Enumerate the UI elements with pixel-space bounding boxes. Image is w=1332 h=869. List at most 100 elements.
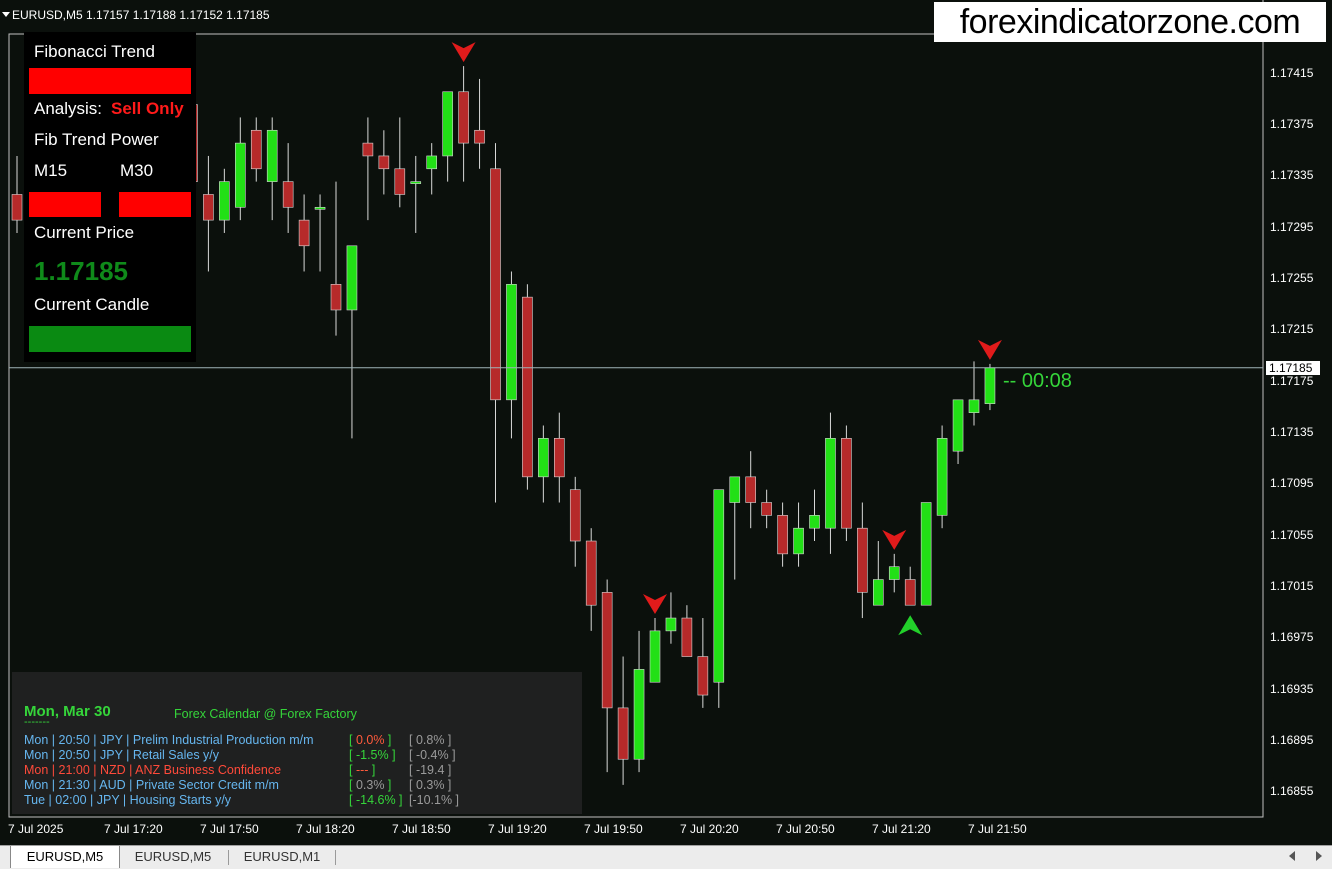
analysis-value: Sell Only [111,99,184,118]
time-axis-label: 7 Jul 20:20 [680,822,739,836]
time-axis-label: 7 Jul 21:50 [968,822,1027,836]
calendar-previous: [ -0.4% ] [409,748,456,762]
bearish-candle [282,181,294,208]
bullish-candle [506,284,517,401]
bullish-candle [872,579,884,606]
calendar-source: Forex Calendar @ Forex Factory [174,707,357,721]
sell-arrow-icon [977,339,1002,360]
calendar-event-text: Mon | 21:30 | AUD | Private Sector Credi… [24,778,279,792]
buy-arrow-icon [898,615,923,636]
chart-symbol-info: EURUSD,M5 1.17157 1.17188 1.17152 1.1718… [12,8,270,22]
bullish-candle [665,617,677,632]
bullish-candle [825,438,836,529]
calendar-event-row: Mon | 21:00 | NZD | ANZ Business Confide… [24,763,451,777]
time-axis-label: 7 Jul 20:50 [776,822,835,836]
calendar-event-text: Mon | 20:50 | JPY | Retail Sales y/y [24,748,220,762]
bearish-candle [522,296,533,478]
bearish-candle [203,194,214,221]
bearish-candle [11,194,23,221]
calendar-actual: [ 0.0% ] [349,733,392,747]
calendar-event-row: Mon | 21:30 | AUD | Private Sector Credi… [24,778,451,792]
analysis-label: Analysis: [34,99,103,118]
calendar-event-row: Mon | 20:50 | JPY | Retail Sales y/y [ -1… [24,748,456,762]
bullish-candle [936,438,948,516]
current-candle-bar [29,326,191,352]
tab-eurusd-m5-active[interactable]: EURUSD,M5 [10,846,120,868]
price-axis-label: 1.17335 [1270,168,1314,183]
price-axis-label: 1.17015 [1270,578,1314,593]
price-axis-label: 1.17375 [1270,116,1314,131]
bearish-candle [904,579,916,606]
bearish-candle [490,168,501,401]
current-price-label: Current Price [34,223,135,242]
sell-arrow-icon [882,529,907,550]
calendar-dashes: ------- [24,716,50,728]
calendar-actual: [ -1.5% ] [349,748,396,762]
chart-menu-caret-icon[interactable] [2,12,10,17]
bearish-candle [761,502,772,516]
bullish-candle [266,129,278,182]
price-axis-label: 1.17415 [1270,65,1314,80]
calendar-previous: [-10.1% ] [409,793,460,807]
calendar-event-text: Tue | 02:00 | JPY | Housing Starts y/y [24,793,232,807]
current-price-tag: 1.17185 [1266,360,1320,375]
bearish-candle [857,527,868,593]
bullish-candle [793,527,804,555]
candle-countdown: -- 00:08 [1003,369,1072,392]
fib-power-label: Fib Trend Power [34,130,159,149]
bearish-candle [601,592,613,709]
current-candle-label: Current Candle [34,295,150,314]
bearish-candle [777,515,788,555]
price-axis-label: 1.16895 [1270,732,1314,747]
price-axis-label: 1.17095 [1270,476,1314,491]
bearish-candle [394,168,406,195]
watermark-banner: forexindicatorzone.com [934,2,1326,42]
tab-eurusd-m1[interactable]: EURUSD,M1 [229,846,335,868]
bullish-candle [920,502,932,606]
bullish-candle [235,142,246,208]
price-axis-label: 1.16935 [1270,681,1314,696]
bearish-candle [378,155,390,170]
bullish-candle [984,367,996,404]
bearish-candle [362,142,374,157]
bearish-candle [745,476,757,503]
price-axis-label: 1.17215 [1270,322,1314,337]
bullish-candle [314,206,326,210]
bullish-candle [219,181,230,221]
bearish-candle [569,489,581,542]
bullish-candle [538,438,549,478]
tab-separator [335,850,336,865]
bullish-candle [809,515,820,529]
tf-m15-label: M15 [34,161,68,180]
time-axis-label: 7 Jul 17:20 [104,822,163,836]
price-axis-label: 1.16855 [1270,784,1314,799]
bullish-candle [888,566,900,580]
scroll-right-icon[interactable] [1316,851,1322,861]
bearish-candle [681,617,693,657]
forex-calendar-panel: Mon, Mar 30 ------- Forex Calendar @ For… [12,672,582,814]
time-axis-label: 7 Jul 19:50 [584,822,643,836]
sell-arrow-icon [643,594,667,615]
bullish-candle [410,181,422,184]
calendar-previous: [ -19.4 ] [409,763,452,777]
bullish-candle [952,399,964,452]
bullish-candle [633,669,645,760]
calendar-previous: [ 0.8% ] [409,733,452,747]
price-axis-label: 1.17255 [1270,270,1314,285]
chart-tabs-bar: EURUSD,M5 EURUSD,M5 EURUSD,M1 [0,845,1332,869]
bullish-candle [713,489,725,683]
bearish-candle [585,540,597,606]
tab-eurusd-m5[interactable]: EURUSD,M5 [119,846,227,868]
time-axis-label: 7 Jul 18:20 [296,822,355,836]
price-axis-label: 1.17055 [1270,527,1314,542]
time-axis-label: 7 Jul 2025 [8,822,64,836]
bullish-candle [426,155,438,170]
calendar-actual: [ --- ] [349,763,376,777]
tf-m30-bar [119,192,191,217]
chart-area[interactable]: EURUSD,M5 1.17157 1.17188 1.17152 1.1718… [0,0,1332,845]
calendar-event-row: Mon | 20:50 | JPY | Prelim Industrial Pr… [24,733,451,747]
bearish-candle [250,129,262,170]
current-price-value: 1.17185 [34,256,128,286]
calendar-previous: [ 0.3% ] [409,778,452,792]
scroll-left-icon[interactable] [1289,851,1295,861]
